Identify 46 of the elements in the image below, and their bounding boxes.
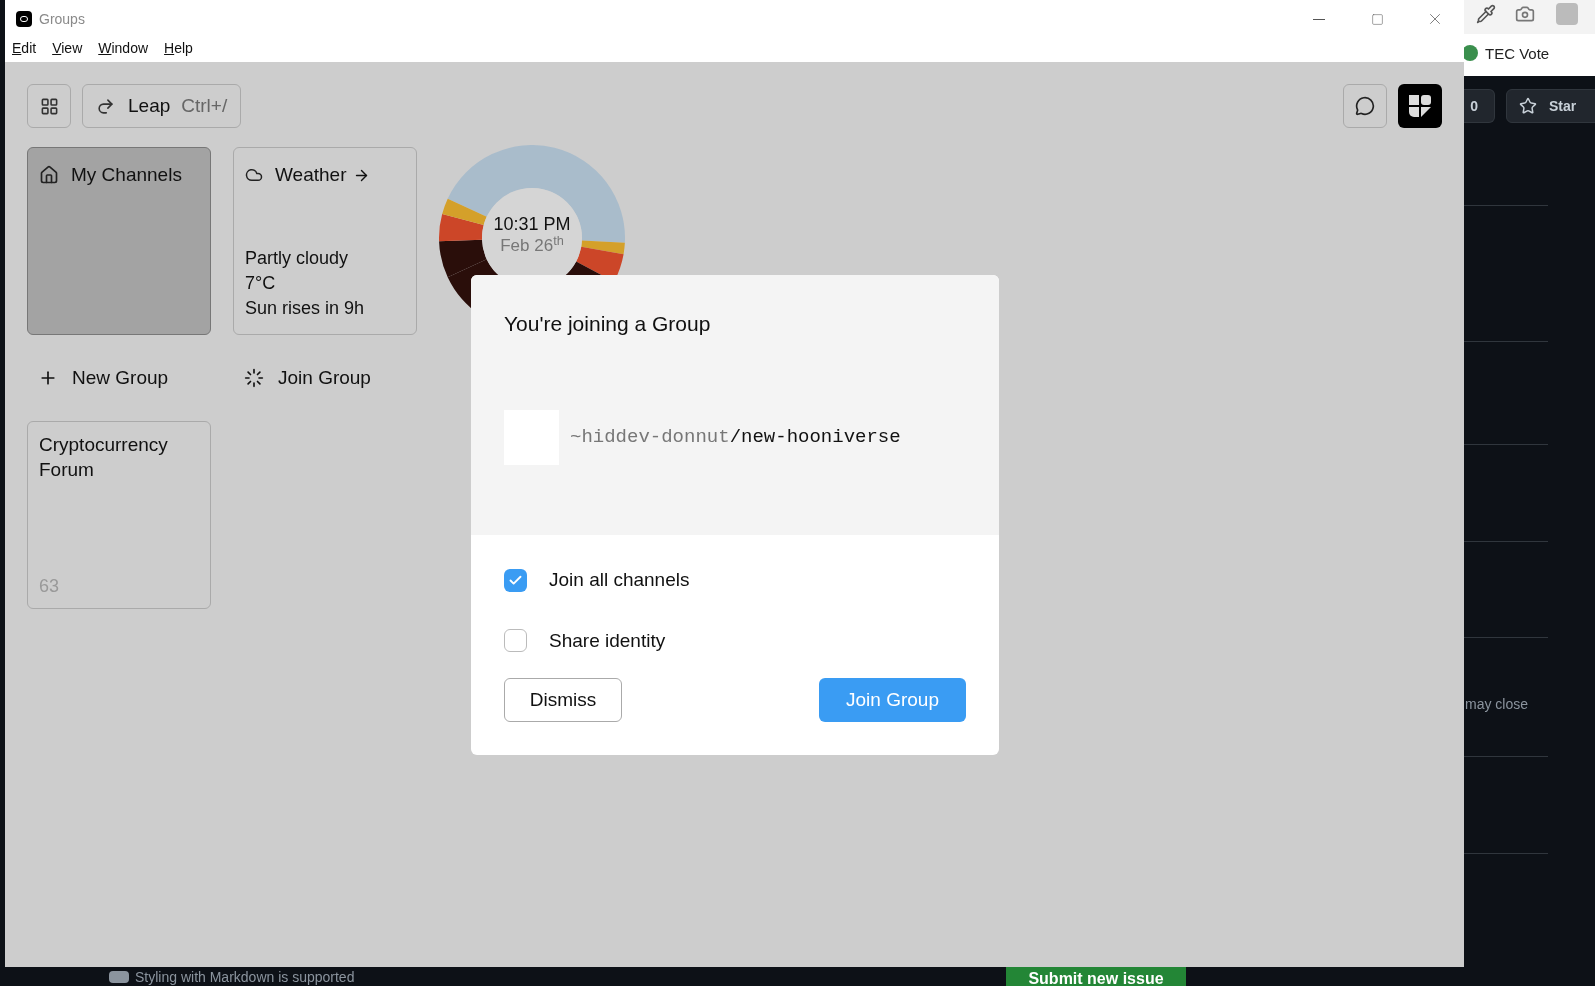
grid-icon: [39, 96, 59, 116]
spinner-icon: [244, 368, 264, 388]
checkbox-label: Share identity: [549, 628, 666, 653]
menu-item[interactable]: View: [52, 38, 83, 59]
logo-icon: [1408, 94, 1432, 118]
weather-tile[interactable]: Weather Partly cloudy 7°C Sun rises in 9h: [233, 147, 417, 335]
group-title: Cryptocurrency Forum: [39, 433, 169, 482]
dismiss-button[interactable]: Dismiss: [504, 678, 622, 722]
checkbox-label: Join all channels: [549, 568, 690, 592]
checkbox[interactable]: [504, 568, 527, 592]
window-title: Groups: [39, 9, 85, 29]
app-icon: [16, 11, 32, 27]
eyedropper-icon[interactable]: [1476, 4, 1496, 24]
home-icon: [39, 165, 59, 186]
clock-date: Feb 26$^{th}$: [500, 235, 564, 257]
checkbox[interactable]: [504, 629, 527, 653]
redo-arrow-icon: [96, 96, 115, 116]
submit-issue-button[interactable]: Submit new issue: [1006, 966, 1186, 986]
maximize-icon: [1370, 12, 1384, 26]
camera-icon[interactable]: [1515, 4, 1535, 24]
new-group-button[interactable]: New Group: [27, 363, 211, 393]
weather-text: Partly cloudy: [245, 247, 350, 270]
apps-button[interactable]: [27, 84, 71, 128]
bookmark-label[interactable]: TEC Vote: [1485, 43, 1550, 66]
tile-title: My Channels: [71, 163, 182, 187]
group-path: ~hiddev-donnut/new-hooniverse: [570, 424, 901, 450]
minimize-icon: [1313, 18, 1325, 20]
star-button[interactable]: Star: [1506, 89, 1595, 123]
leap-button[interactable]: Leap Ctrl+/: [82, 84, 242, 128]
star-icon: [1519, 97, 1537, 115]
weather-text: Sun rises in 9h: [245, 297, 366, 320]
markdown-hint: Styling with Markdown is supported: [135, 968, 355, 986]
menu-item[interactable]: Help: [164, 38, 193, 59]
clock-time: 10:31 PM: [493, 213, 571, 235]
join-group-button[interactable]: Join Group: [233, 363, 417, 393]
notifications-button[interactable]: [1343, 84, 1387, 128]
channels-tile[interactable]: My Channels: [27, 147, 211, 335]
profile-button[interactable]: [1398, 84, 1442, 128]
tile-title: Weather: [275, 163, 347, 187]
menu-item[interactable]: Edit: [12, 38, 37, 59]
star-count-button[interactable]: 0: [1464, 89, 1495, 123]
menu-item[interactable]: Window: [98, 38, 149, 59]
dialog-title: You're joining a Group: [504, 311, 712, 337]
comment-snippet: may close: [1465, 695, 1529, 714]
chat-bubble-icon: [1355, 96, 1375, 116]
weather-text: 7°C: [245, 272, 277, 295]
